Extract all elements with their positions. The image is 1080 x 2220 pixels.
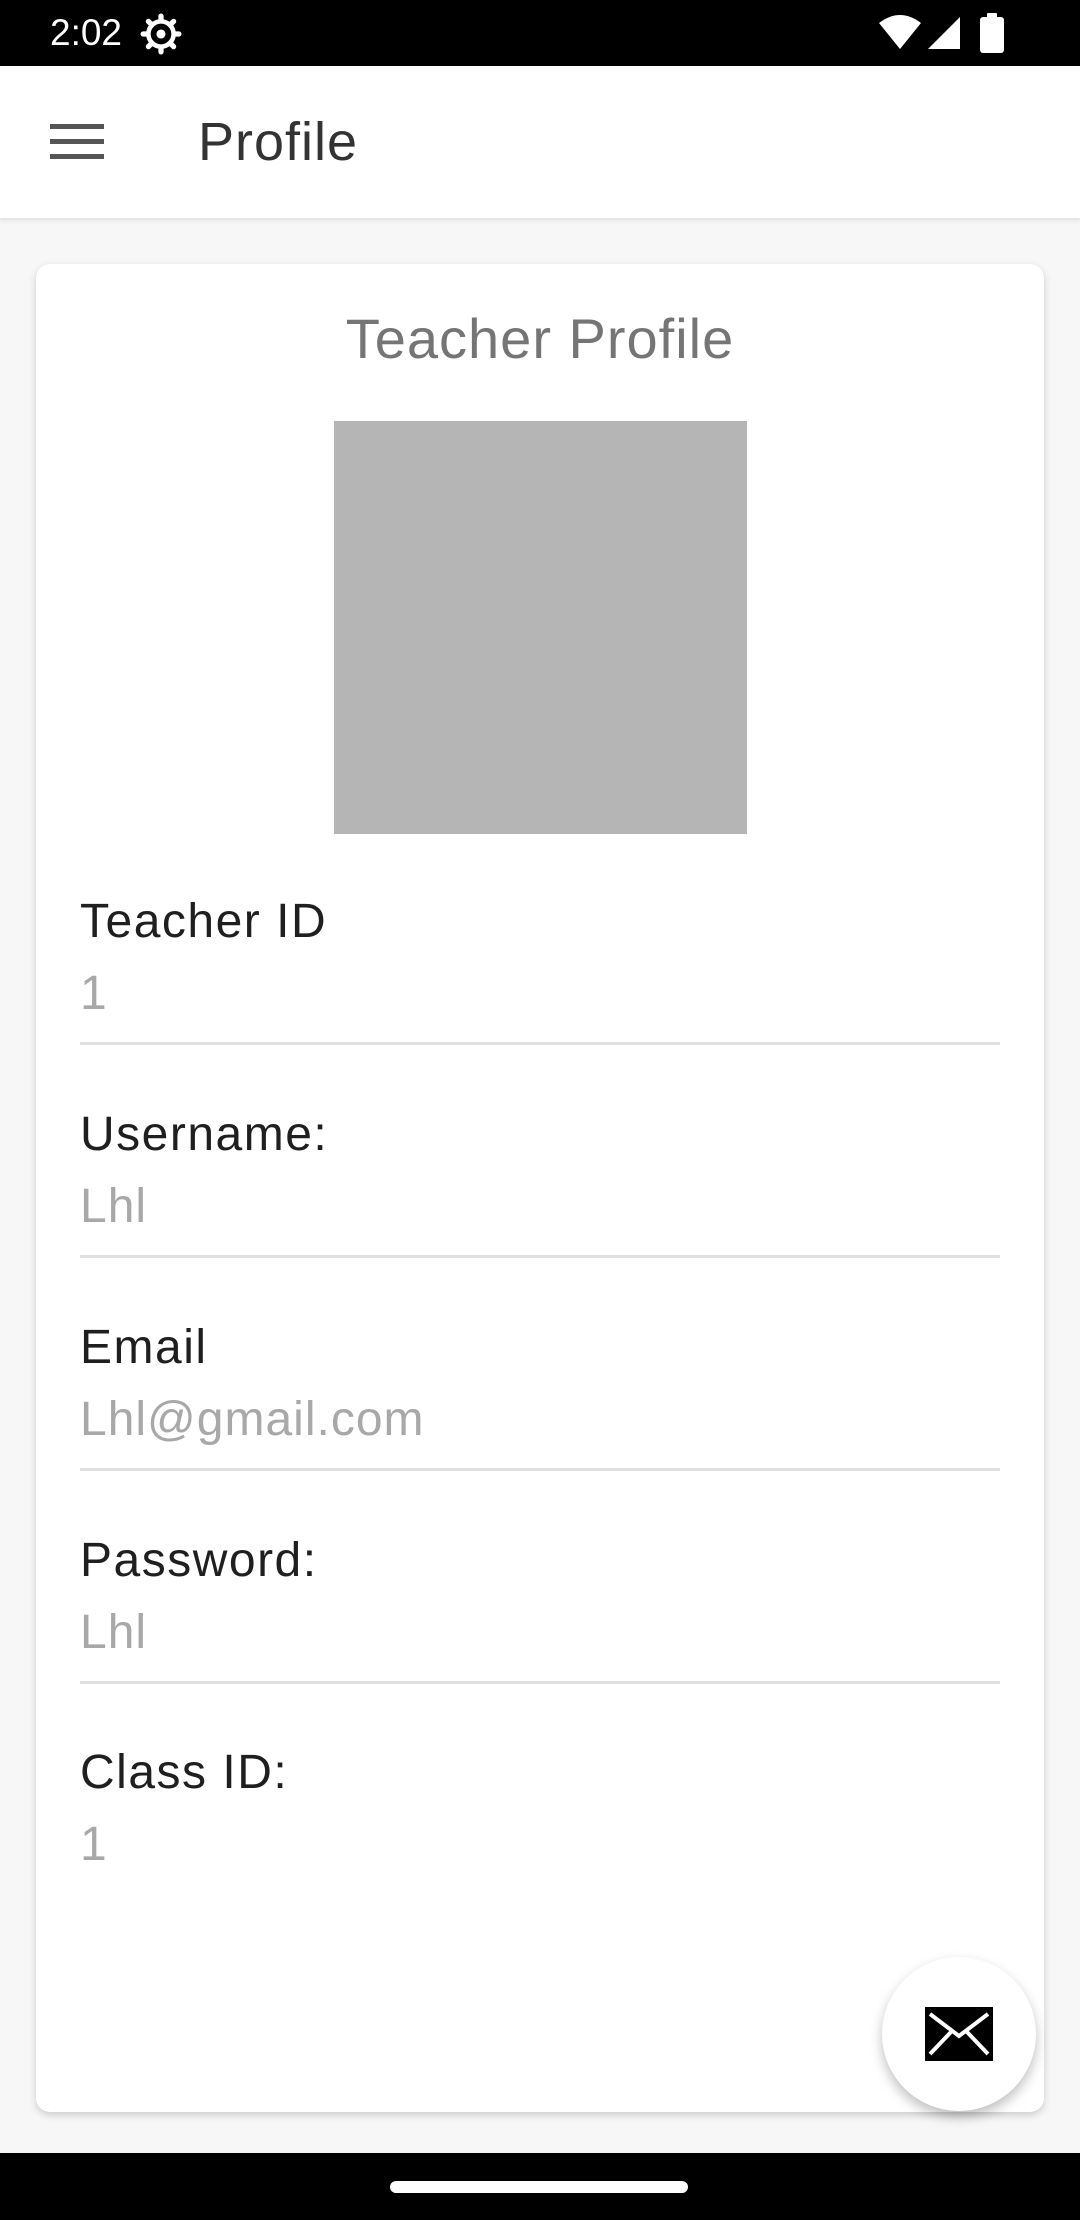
class-id-value: 1 bbox=[80, 1818, 108, 1871]
profile-card: Teacher Profile Teacher ID 1 Username: L… bbox=[36, 264, 1044, 2112]
divider bbox=[80, 1042, 1000, 1045]
mail-icon bbox=[925, 2007, 993, 2061]
divider bbox=[80, 1255, 1000, 1258]
username-value: Lhl bbox=[80, 1180, 148, 1233]
password-field: Password: Lhl bbox=[80, 1531, 1000, 1684]
battery-icon bbox=[980, 13, 1004, 53]
mail-fab-button[interactable] bbox=[882, 1957, 1036, 2111]
teacher-id-value: 1 bbox=[80, 967, 108, 1020]
home-handle[interactable] bbox=[390, 2181, 688, 2193]
field-label: Class ID: bbox=[80, 1746, 289, 1799]
page-title: Profile bbox=[198, 112, 359, 172]
status-bar: 2:02 bbox=[0, 0, 1080, 66]
divider bbox=[80, 1468, 1000, 1471]
cell-signal-icon bbox=[928, 17, 960, 49]
divider bbox=[80, 1681, 1000, 1684]
gear-icon bbox=[140, 13, 182, 55]
field-label: Password: bbox=[80, 1534, 318, 1587]
password-value: Lhl bbox=[80, 1606, 148, 1659]
username-field: Username: Lhl bbox=[80, 1105, 1000, 1258]
email-field: Email Lhl@gmail.com bbox=[80, 1318, 1000, 1471]
avatar bbox=[334, 421, 747, 834]
class-id-field: Class ID: 1 bbox=[80, 1743, 1000, 1875]
app-bar: Profile bbox=[0, 66, 1080, 220]
status-time: 2:02 bbox=[50, 12, 123, 53]
card-title: Teacher Profile bbox=[345, 307, 735, 370]
navigation-bar bbox=[0, 2153, 1080, 2220]
field-label: Email bbox=[80, 1321, 208, 1374]
email-value: Lhl@gmail.com bbox=[80, 1393, 425, 1446]
wifi-icon bbox=[879, 15, 921, 49]
menu-icon[interactable] bbox=[50, 122, 104, 162]
teacher-id-field: Teacher ID 1 bbox=[80, 892, 1000, 1045]
field-label: Teacher ID bbox=[80, 895, 328, 948]
field-label: Username: bbox=[80, 1108, 329, 1161]
